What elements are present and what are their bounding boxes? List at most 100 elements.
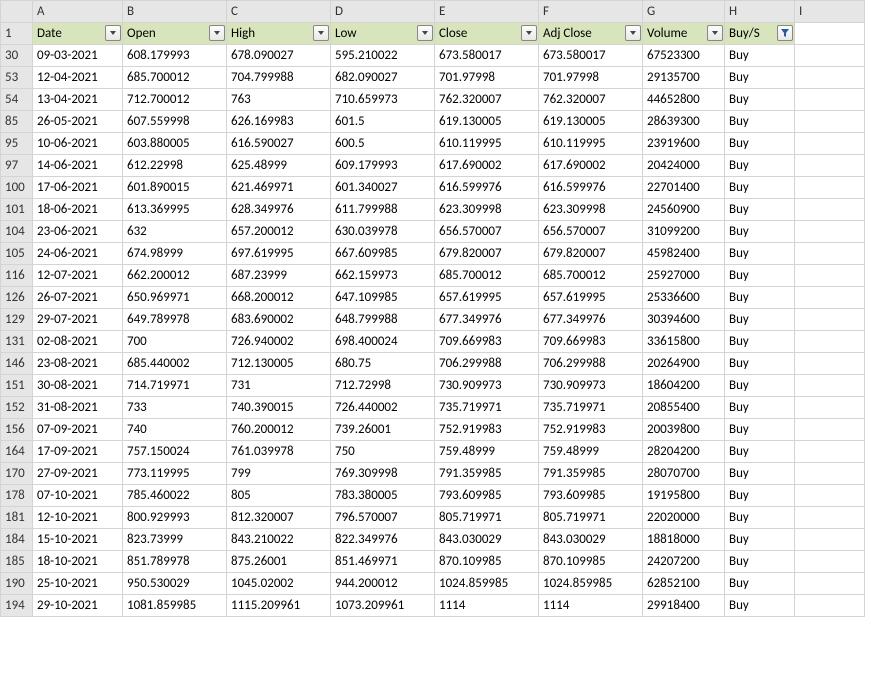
- cell-volume[interactable]: 25927000: [643, 265, 725, 287]
- row-header[interactable]: 156: [1, 419, 33, 441]
- cell-adjclose[interactable]: 679.820007: [539, 243, 643, 265]
- cell-buys[interactable]: Buy: [725, 265, 795, 287]
- cell-date[interactable]: 30-08-2021: [33, 375, 123, 397]
- cell-date[interactable]: 23-08-2021: [33, 353, 123, 375]
- cell-empty[interactable]: [795, 177, 865, 199]
- cell-open[interactable]: 800.929993: [123, 507, 227, 529]
- cell-buys[interactable]: Buy: [725, 221, 795, 243]
- cell-low[interactable]: 783.380005: [331, 485, 435, 507]
- cell-date[interactable]: 23-06-2021: [33, 221, 123, 243]
- cell-open[interactable]: 685.700012: [123, 67, 227, 89]
- cell-close[interactable]: 616.599976: [435, 177, 539, 199]
- cell-adjclose[interactable]: 657.619995: [539, 287, 643, 309]
- cell-open[interactable]: 851.789978: [123, 551, 227, 573]
- cell-low[interactable]: 601.340027: [331, 177, 435, 199]
- cell-volume[interactable]: 33615800: [643, 331, 725, 353]
- cell-buys[interactable]: Buy: [725, 485, 795, 507]
- cell-adjclose[interactable]: 677.349976: [539, 309, 643, 331]
- cell-close[interactable]: 685.700012: [435, 265, 539, 287]
- cell-open[interactable]: 700: [123, 331, 227, 353]
- cell-low[interactable]: 667.609985: [331, 243, 435, 265]
- cell-buys[interactable]: Buy: [725, 155, 795, 177]
- cell-open[interactable]: 601.890015: [123, 177, 227, 199]
- cell-open[interactable]: 632: [123, 221, 227, 243]
- cell-date[interactable]: 26-07-2021: [33, 287, 123, 309]
- cell-low[interactable]: 630.039978: [331, 221, 435, 243]
- cell-adjclose[interactable]: 709.669983: [539, 331, 643, 353]
- cell-date[interactable]: 18-10-2021: [33, 551, 123, 573]
- cell-empty[interactable]: [795, 331, 865, 353]
- row-header[interactable]: 116: [1, 265, 33, 287]
- cell-open[interactable]: 714.719971: [123, 375, 227, 397]
- cell-high[interactable]: 726.940002: [227, 331, 331, 353]
- cell-close[interactable]: 679.820007: [435, 243, 539, 265]
- col-header-g[interactable]: G: [643, 1, 725, 23]
- row-header[interactable]: 105: [1, 243, 33, 265]
- cell-date[interactable]: 24-06-2021: [33, 243, 123, 265]
- filter-dropdown-icon[interactable]: [707, 25, 723, 41]
- cell-empty[interactable]: [795, 551, 865, 573]
- cell-volume[interactable]: 28070700: [643, 463, 725, 485]
- cell-volume[interactable]: 67523300: [643, 45, 725, 67]
- cell-close[interactable]: 619.130005: [435, 111, 539, 133]
- cell-empty[interactable]: [795, 375, 865, 397]
- row-header[interactable]: 97: [1, 155, 33, 177]
- cell-low[interactable]: 600.5: [331, 133, 435, 155]
- cell-open[interactable]: 650.969971: [123, 287, 227, 309]
- header-cell-adj-close[interactable]: Adj Close: [539, 23, 643, 45]
- cell-buys[interactable]: Buy: [725, 287, 795, 309]
- cell-empty[interactable]: [795, 199, 865, 221]
- cell-buys[interactable]: Buy: [725, 507, 795, 529]
- cell-high[interactable]: 1115.209961: [227, 595, 331, 617]
- header-cell-date[interactable]: Date: [33, 23, 123, 45]
- cell-high[interactable]: 843.210022: [227, 529, 331, 551]
- cell-volume[interactable]: 22020000: [643, 507, 725, 529]
- row-header[interactable]: 185: [1, 551, 33, 573]
- cell-high[interactable]: 668.200012: [227, 287, 331, 309]
- cell-open[interactable]: 613.369995: [123, 199, 227, 221]
- cell-open[interactable]: 674.98999: [123, 243, 227, 265]
- cell-buys[interactable]: Buy: [725, 353, 795, 375]
- cell-buys[interactable]: Buy: [725, 309, 795, 331]
- row-header[interactable]: 54: [1, 89, 33, 111]
- cell-adjclose[interactable]: 701.97998: [539, 67, 643, 89]
- cell-volume[interactable]: 44652800: [643, 89, 725, 111]
- cell-adjclose[interactable]: 685.700012: [539, 265, 643, 287]
- cell-low[interactable]: 662.159973: [331, 265, 435, 287]
- cell-buys[interactable]: Buy: [725, 177, 795, 199]
- filter-dropdown-icon[interactable]: [625, 25, 641, 41]
- cell-high[interactable]: 625.48999: [227, 155, 331, 177]
- cell-open[interactable]: 603.880005: [123, 133, 227, 155]
- cell-volume[interactable]: 62852100: [643, 573, 725, 595]
- cell-close[interactable]: 623.309998: [435, 199, 539, 221]
- cell-adjclose[interactable]: 791.359985: [539, 463, 643, 485]
- cell-close[interactable]: 657.619995: [435, 287, 539, 309]
- cell-close[interactable]: 870.109985: [435, 551, 539, 573]
- cell-open[interactable]: 733: [123, 397, 227, 419]
- cell-low[interactable]: 710.659973: [331, 89, 435, 111]
- cell-buys[interactable]: Buy: [725, 551, 795, 573]
- filter-dropdown-icon[interactable]: [209, 25, 225, 41]
- cell-volume[interactable]: 20424000: [643, 155, 725, 177]
- cell-empty[interactable]: [795, 111, 865, 133]
- cell-date[interactable]: 26-05-2021: [33, 111, 123, 133]
- filter-dropdown-icon[interactable]: [105, 25, 121, 41]
- cell-buys[interactable]: Buy: [725, 375, 795, 397]
- row-header[interactable]: 190: [1, 573, 33, 595]
- col-header-a[interactable]: A: [33, 1, 123, 23]
- row-header[interactable]: 181: [1, 507, 33, 529]
- cell-empty[interactable]: [795, 507, 865, 529]
- cell-low[interactable]: 851.469971: [331, 551, 435, 573]
- cell-open[interactable]: 757.150024: [123, 441, 227, 463]
- cell-low[interactable]: 648.799988: [331, 309, 435, 331]
- cell-empty[interactable]: [795, 485, 865, 507]
- row-header[interactable]: 131: [1, 331, 33, 353]
- cell-volume[interactable]: 22701400: [643, 177, 725, 199]
- cell-high[interactable]: 704.799988: [227, 67, 331, 89]
- cell-close[interactable]: 677.349976: [435, 309, 539, 331]
- cell-high[interactable]: 740.390015: [227, 397, 331, 419]
- cell-empty[interactable]: [795, 133, 865, 155]
- cell-date[interactable]: 18-06-2021: [33, 199, 123, 221]
- cell-empty[interactable]: [795, 463, 865, 485]
- row-header[interactable]: 85: [1, 111, 33, 133]
